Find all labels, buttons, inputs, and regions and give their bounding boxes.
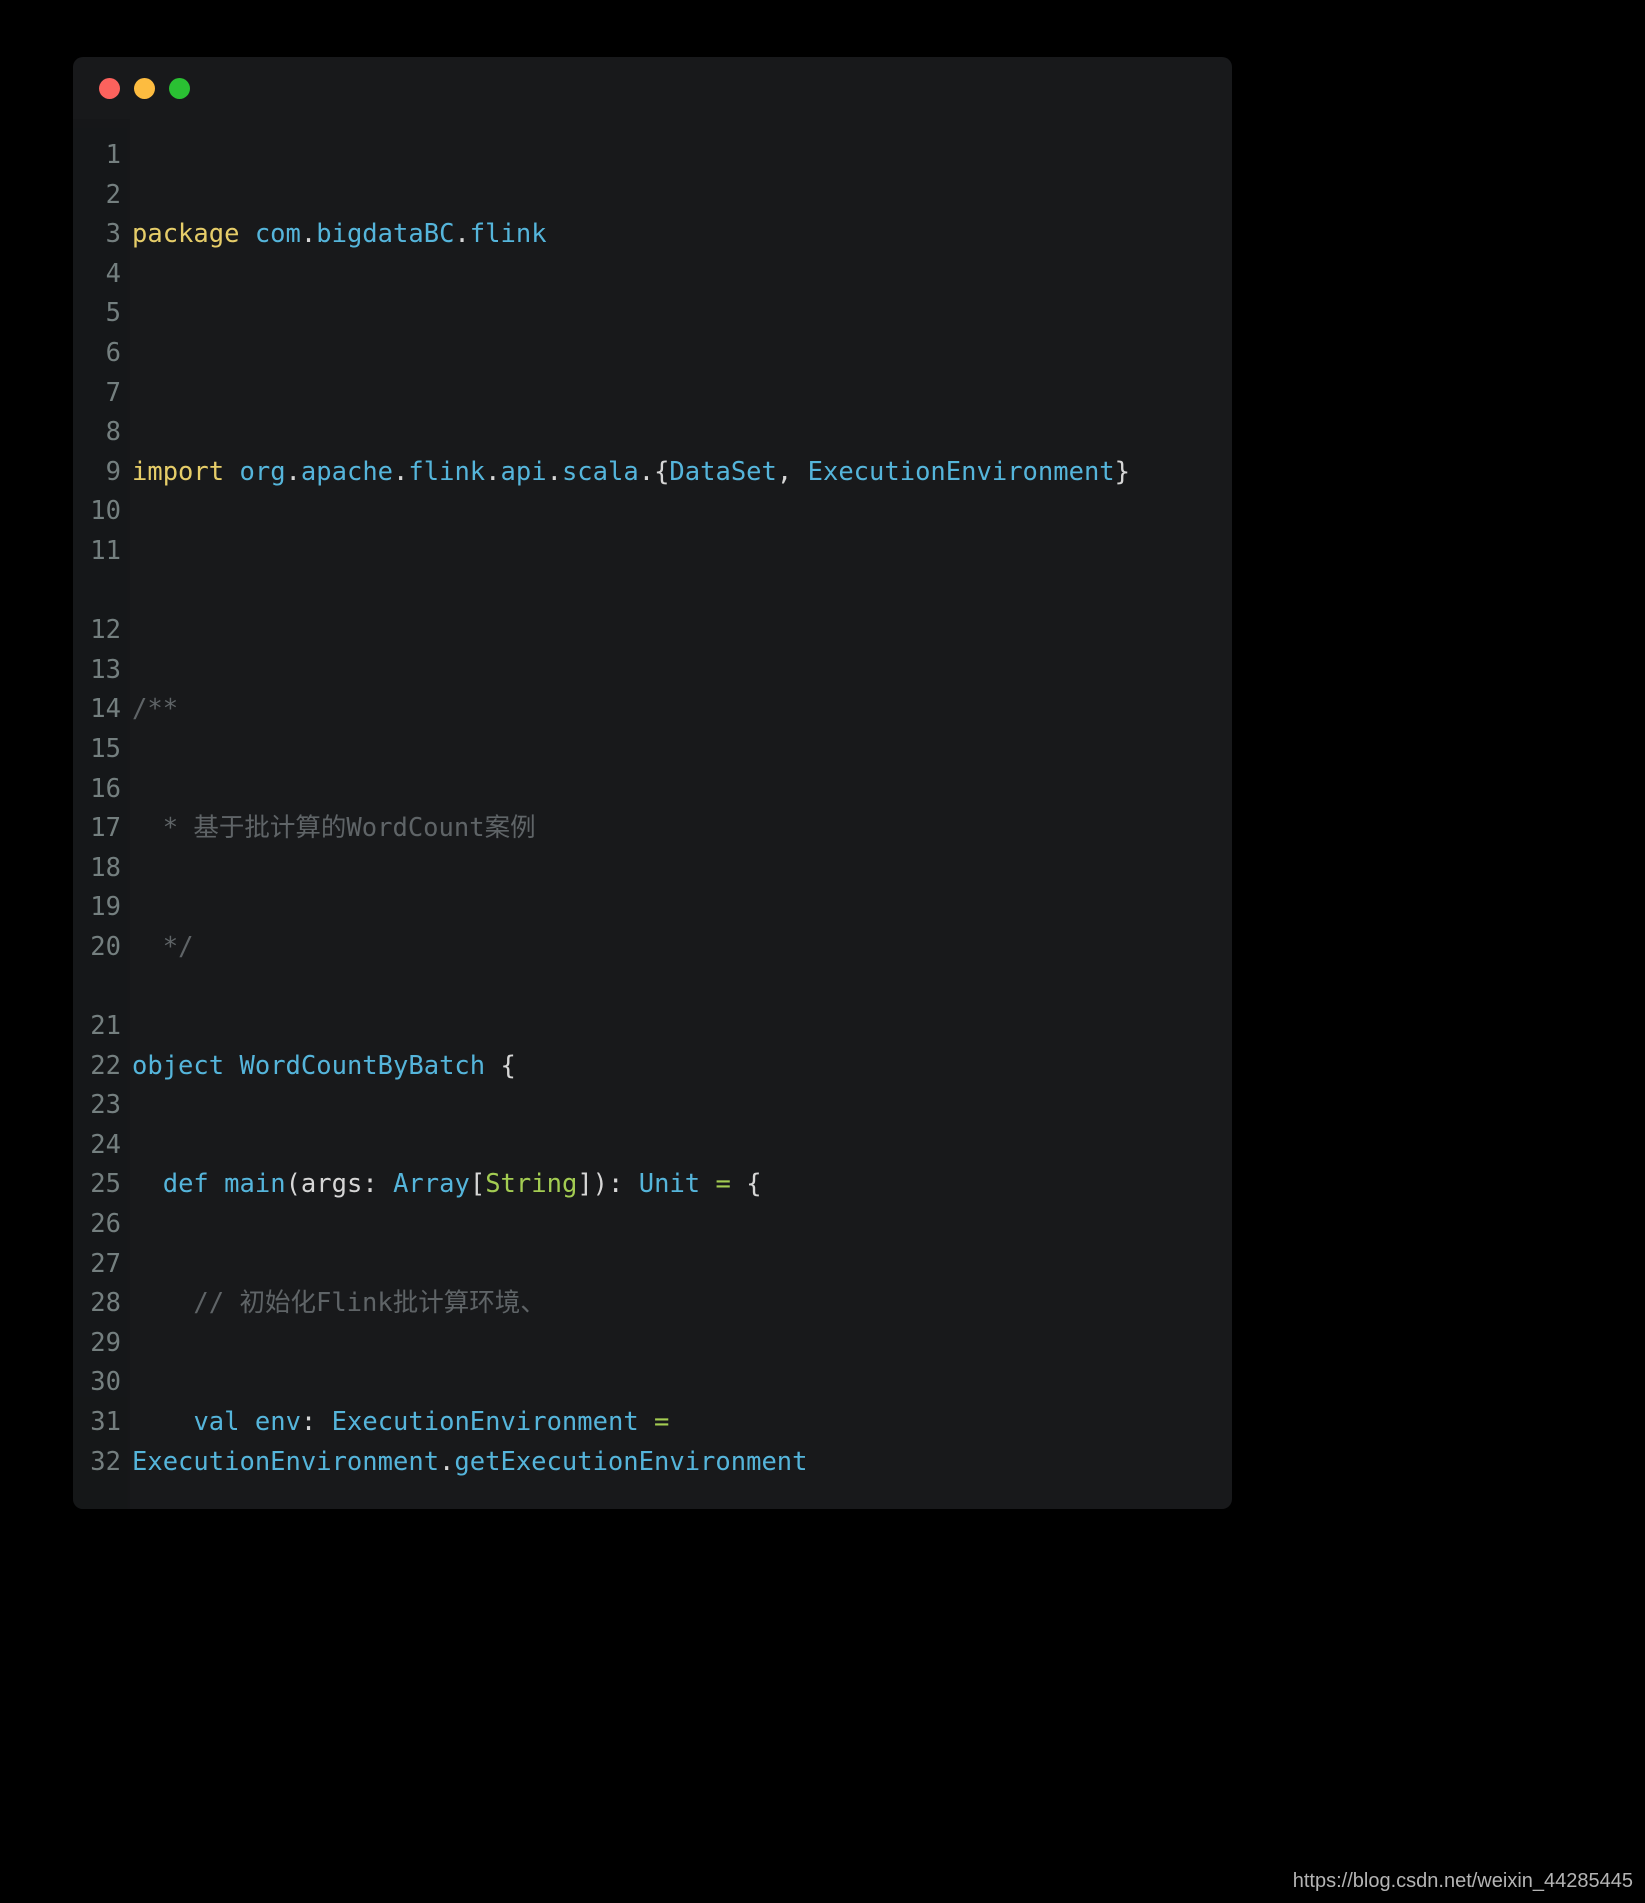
code-line: object WordCountByBatch { [132, 1050, 516, 1081]
code-line: // 初始化Flink批计算环境、 [132, 1288, 546, 1319]
maximize-button[interactable] [169, 77, 190, 99]
line-number: 5 [105, 298, 121, 329]
line-number: 30 [90, 1367, 121, 1398]
line-number: 23 [90, 1090, 121, 1121]
line-number: 14 [90, 694, 121, 725]
line-number: 12 [90, 615, 121, 646]
line-number: 26 [90, 1209, 121, 1240]
line-number: 19 [90, 892, 121, 923]
line-number: 18 [90, 852, 121, 883]
line-number: 17 [90, 813, 121, 844]
line-number: 4 [105, 258, 121, 289]
watermark-url: https://blog.csdn.net/weixin_44285445 [1292, 1870, 1633, 1892]
line-number: 31 [90, 1407, 121, 1437]
line-number: 22 [90, 1050, 121, 1081]
line-number: 7 [105, 377, 121, 408]
minimize-button[interactable] [134, 77, 155, 99]
line-number: 10 [90, 496, 121, 527]
line-number: 27 [90, 1248, 121, 1279]
line-number: 32 [90, 1446, 121, 1477]
code-line: package com.bigdataBC.flink [132, 219, 547, 250]
line-number: 2 [105, 179, 121, 210]
line-number: 25 [90, 1169, 121, 1200]
line-number: 8 [105, 417, 121, 448]
code-line: import org.apache.flink.api.scala.{DataS… [132, 456, 1131, 487]
code-line: /** [132, 694, 179, 725]
line-number: 21 [90, 1011, 121, 1042]
line-number-gutter: 1 2 3 4 5 6 7 8 9 10 11 12 13 14 15 16 1… [73, 119, 130, 1509]
code-line: def main(args: Array[String]): Unit = { [162, 1169, 762, 1200]
line-number: 11 [90, 535, 121, 566]
code-line: * 基于批计算的WordCount案例 [132, 813, 536, 844]
window-titlebar [73, 57, 1232, 119]
line-number: 6 [105, 337, 121, 368]
close-button[interactable] [99, 77, 120, 99]
line-number: 16 [90, 773, 121, 804]
line-number: 1 [105, 140, 121, 170]
line-number: 9 [105, 456, 121, 487]
line-number: 20 [90, 931, 121, 962]
code-screenshot-window: 1 2 3 4 5 6 7 8 9 10 11 12 13 14 15 16 1… [73, 57, 1232, 1509]
code-line: */ [132, 931, 194, 962]
line-number: 28 [90, 1288, 121, 1319]
line-number: 13 [90, 654, 121, 685]
code-body: 1 2 3 4 5 6 7 8 9 10 11 12 13 14 15 16 1… [73, 119, 1232, 1509]
code-line: val env: ExecutionEnvironment = Executio… [132, 1407, 808, 1477]
code-text-area[interactable]: package com.bigdataBC.flink import org.a… [130, 119, 1232, 1509]
line-number: 24 [90, 1129, 121, 1160]
line-number: 15 [90, 733, 121, 764]
line-number: 3 [105, 219, 121, 250]
line-number: 29 [90, 1327, 121, 1358]
